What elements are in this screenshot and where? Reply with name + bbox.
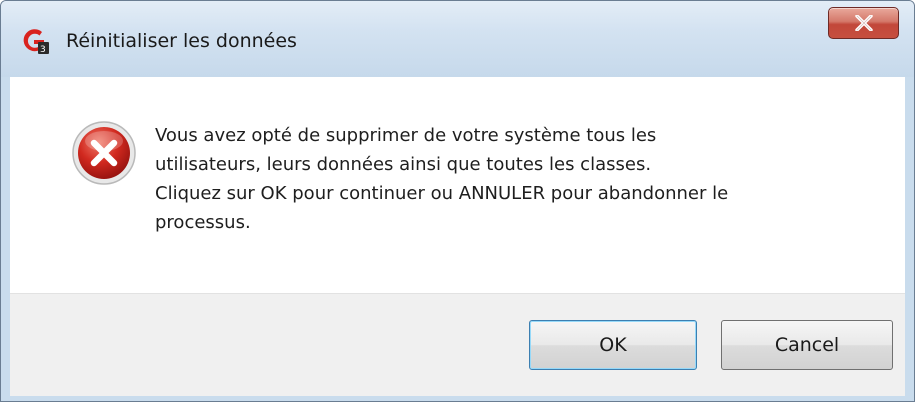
ok-button[interactable]: OK <box>529 320 697 370</box>
title-bar[interactable]: 3 Réinitialiser les données <box>1 1 914 77</box>
message-line: utilisateurs, leurs données ainsi que to… <box>155 154 652 175</box>
close-button[interactable] <box>828 7 899 39</box>
cancel-button[interactable]: Cancel <box>721 320 893 370</box>
svg-text:3: 3 <box>40 45 46 55</box>
close-x-icon <box>855 15 873 31</box>
message-line: Vous avez opté de supprimer de votre sys… <box>155 125 657 146</box>
message-text: Vous avez opté de supprimer de votre sys… <box>155 121 875 237</box>
error-icon <box>71 120 137 186</box>
message-line: processus. <box>155 212 251 233</box>
message-line: Cliquez sur OK pour continuer ou ANNULER… <box>155 183 729 204</box>
dialog-content: Vous avez opté de supprimer de votre sys… <box>10 77 905 396</box>
dialog-window: 3 Réinitialiser les données Vous avez op… <box>0 0 915 402</box>
app-icon: 3 <box>20 27 50 55</box>
button-bar: OK Cancel <box>10 293 905 396</box>
window-title: Réinitialiser les données <box>66 30 297 52</box>
